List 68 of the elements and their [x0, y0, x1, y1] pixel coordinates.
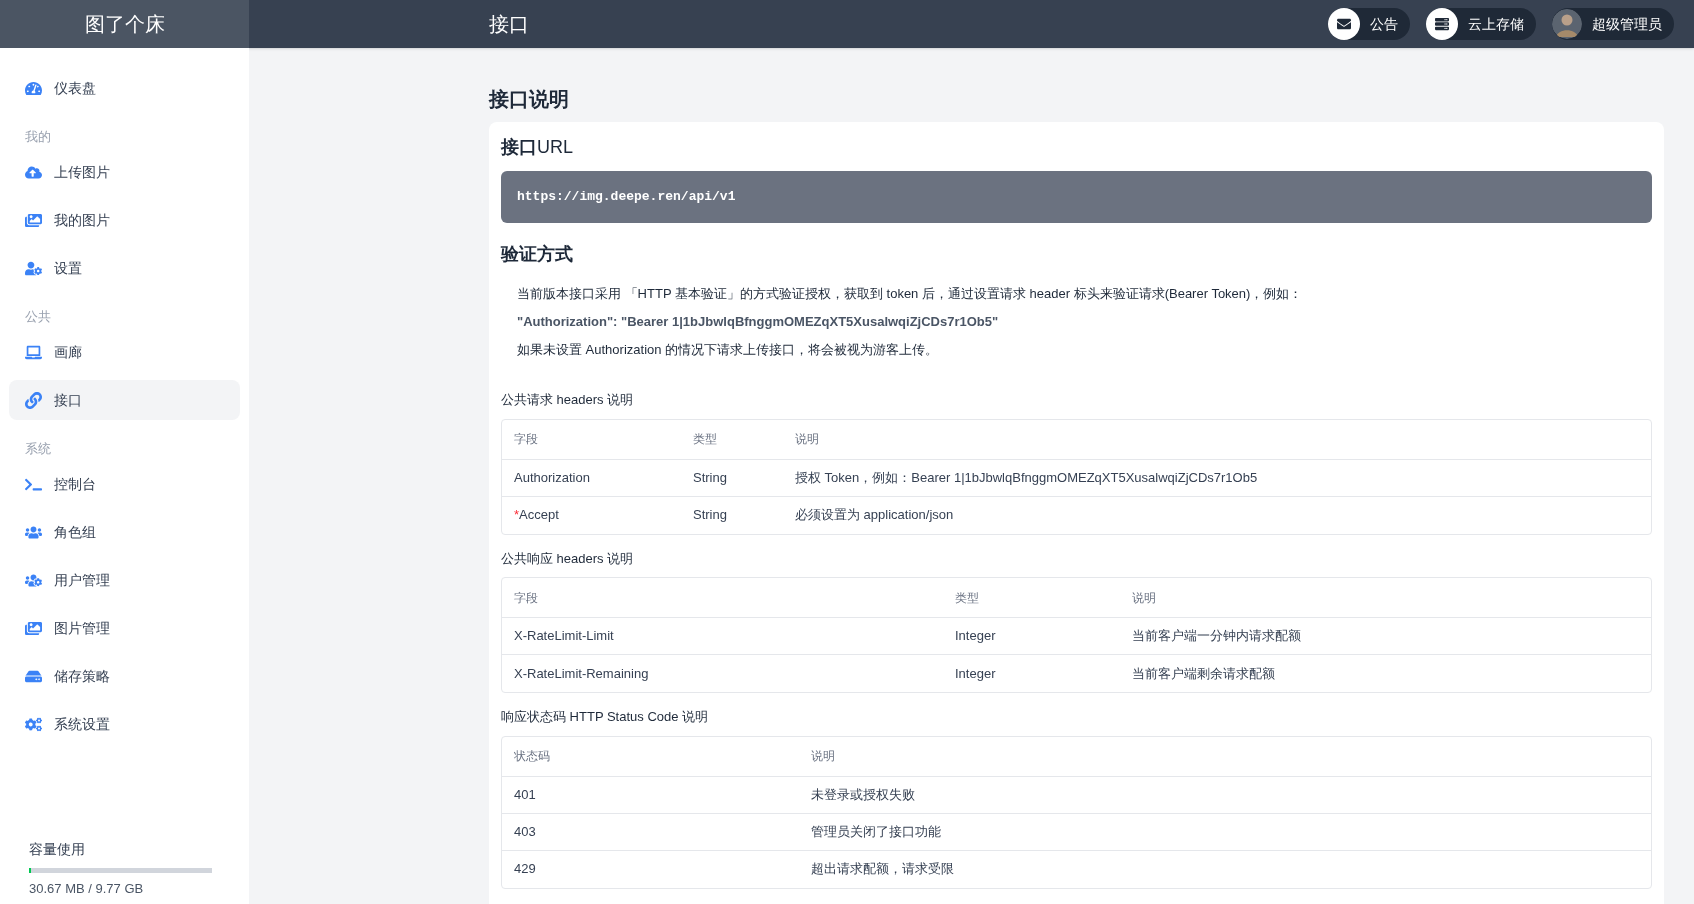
images-icon	[25, 619, 42, 637]
table-cell-text: 管理员关闭了接口功能	[811, 822, 942, 841]
sidebar-section-heading: 我的	[24, 127, 52, 146]
header-button[interactable]: 公告	[1328, 8, 1410, 40]
sidebar-section-heading: 系统	[24, 439, 52, 458]
table-cell-text: X-RateLimit-Limit	[514, 627, 615, 646]
images-icon	[25, 211, 42, 229]
table-cell-text: 必须设置为 application/json	[795, 506, 955, 525]
sidebar-item[interactable]: 上传图片	[9, 152, 240, 192]
table-cell-text: 授权 Token，例如：Bearer 1|1bJbwlqBfnggmOMEZqXT5XusalwqiZjCDs7r1Ob5	[795, 468, 1259, 487]
table-cell-text: String	[693, 468, 728, 487]
laptop-icon	[25, 343, 42, 361]
table-cell-text: 当前客户端一分钟内请求配额	[1132, 627, 1302, 646]
sidebar-item[interactable]: 设置	[9, 248, 240, 288]
column-header: 说明	[811, 748, 836, 765]
storage-title: 容量使用	[29, 839, 86, 859]
sidebar-item[interactable]: 角色组	[9, 512, 240, 552]
sidebar-item[interactable]: 储存策略	[9, 656, 240, 696]
table-cell-text: 403	[514, 822, 537, 841]
table-title: 公共响应 headers 说明	[501, 549, 635, 568]
sidebar-item[interactable]: 接口	[9, 380, 240, 420]
column-header: 说明	[1132, 589, 1157, 607]
table-title: 响应状态码 HTTP Status Code 说明	[501, 708, 710, 726]
table-cell-text: *Accept	[514, 506, 560, 525]
mail-icon	[1337, 17, 1351, 31]
sidebar-item[interactable]: 画廊	[9, 332, 240, 372]
table-cell-text: String	[693, 506, 728, 525]
link-icon	[25, 391, 42, 409]
sidebar-item[interactable]: 我的图片	[9, 200, 240, 240]
example-header: "Authorization": "Bearer 1|1bJbwlqBfnggmOMEZqXT5XusalwqiZjCDs7r1Ob5"	[517, 313, 1000, 331]
table-cell-text: Integer	[955, 627, 997, 646]
sidebar-item[interactable]: 系统设置	[9, 704, 240, 744]
brand-title: 图了个床	[84, 12, 165, 37]
table-cell-text: Authorization	[514, 468, 591, 487]
paragraph: 如果未设置 Authorization 的情况下请求上传接口，将会被视为游客上传。	[517, 341, 940, 359]
server-icon	[1435, 17, 1449, 31]
header-button[interactable]: 超级管理员	[1552, 8, 1674, 40]
sidebar-item[interactable]: 控制台	[9, 464, 240, 504]
table-cell-text: 429	[514, 860, 537, 879]
sidebar-item[interactable]: 图片管理	[9, 608, 240, 648]
gauge-icon	[25, 79, 42, 97]
section-heading: 接口URL	[501, 136, 574, 159]
avatar	[1552, 9, 1582, 39]
column-header: 说明	[795, 431, 820, 448]
sidebar-item[interactable]: 仪表盘	[9, 68, 240, 108]
table-cell-text: 401	[514, 785, 537, 804]
storage-reading: 30.67 MB / 9.77 GB	[29, 879, 145, 898]
column-header: 字段	[514, 431, 539, 448]
column-header: 状态码	[514, 748, 551, 765]
header-button[interactable]: 云上存储	[1426, 8, 1536, 40]
table-cell-text: Integer	[955, 664, 997, 683]
section-heading: 验证方式	[501, 243, 574, 266]
column-header: 类型	[955, 589, 980, 607]
table-title: 公共请求 headers 说明	[501, 391, 635, 409]
column-header: 字段	[514, 589, 539, 607]
table-cell-text: 超出请求配额，请求受限	[811, 860, 955, 879]
table-cell-text: 未登录或授权失败	[811, 785, 916, 804]
page-heading: 接口说明	[489, 87, 570, 112]
sidebar-section-heading: 公共	[24, 307, 52, 326]
column-header: 类型	[693, 431, 718, 448]
page-title: 接口	[489, 12, 529, 37]
user-gear-icon	[25, 259, 42, 277]
table-cell-text: 当前客户端剩余请求配额	[1132, 664, 1276, 683]
sidebar-item[interactable]: 用户管理	[9, 560, 240, 600]
gears-icon	[25, 715, 42, 733]
paragraph: 当前版本接口采用 「HTTP 基本验证」的方式验证授权，获取到 token 后，通过设置请求 header 标头来验证请求(Bearer Token)，例如：	[517, 285, 1304, 303]
table-cell-text: X-RateLimit-Remaining	[514, 664, 650, 683]
code-block: https://img.deepe.ren/api/v1	[501, 171, 1652, 223]
